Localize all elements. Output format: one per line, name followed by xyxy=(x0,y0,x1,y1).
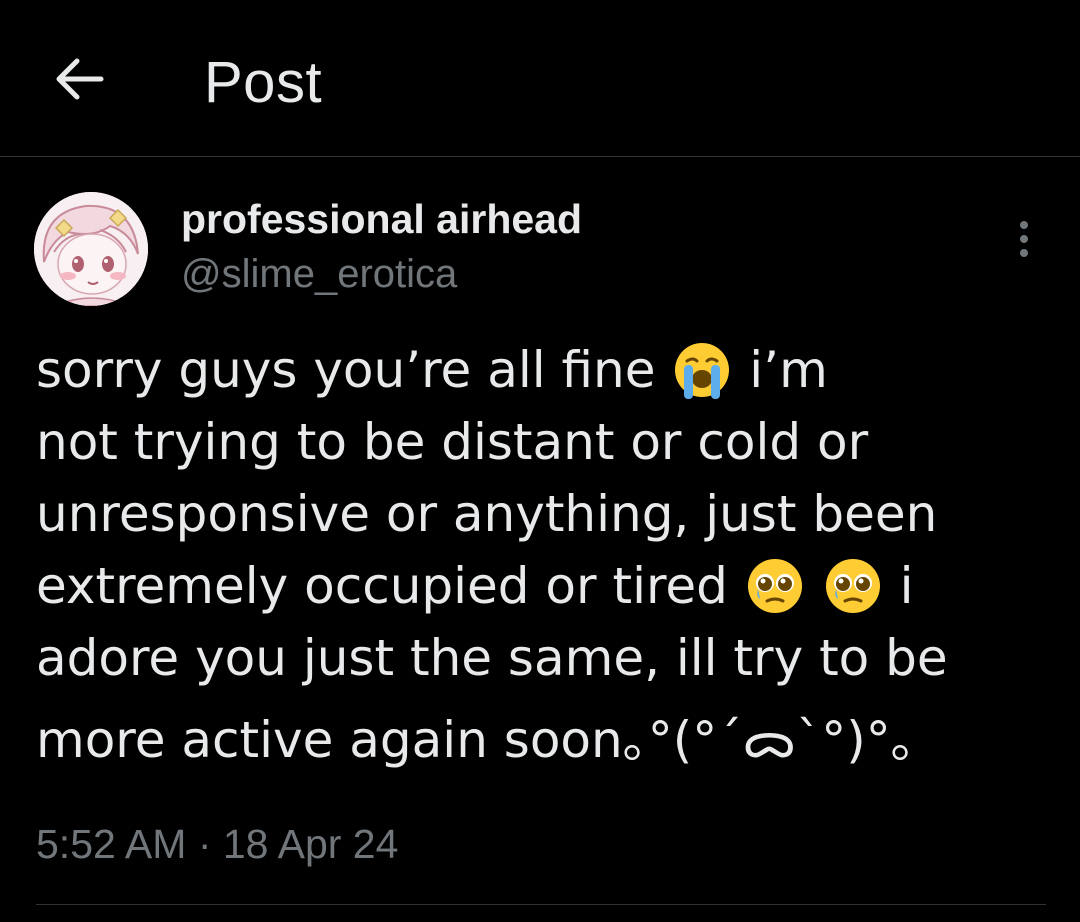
top-bar: Post xyxy=(0,0,1080,157)
page-title: Post xyxy=(204,50,323,115)
author-display-name[interactable]: professional airhead xyxy=(181,194,582,244)
post-timestamp[interactable]: 5:52 AM · 18 Apr 24 xyxy=(36,818,398,870)
more-options-button[interactable] xyxy=(1004,214,1044,264)
author-handle[interactable]: @slime_erotica xyxy=(181,250,457,298)
tweet-line: sorry guys you’re all fine i’m xyxy=(36,334,1046,406)
loudly-crying-face-emoji-icon xyxy=(675,343,730,399)
tweet-text: sorry guys you’re all fine i’m not tryin… xyxy=(36,334,1046,776)
tweet-text-segment: i’m xyxy=(749,341,828,399)
tweet-line: extremely occupied or tired i xyxy=(36,550,1046,622)
arrow-left-icon xyxy=(56,58,104,100)
tweet-text-segment: sorry guys you’re all fine xyxy=(36,341,656,399)
tweet-line: unresponsive or anything, just been xyxy=(36,485,938,543)
tweet-text-segment: extremely occupied or tired xyxy=(36,557,728,615)
tweet-line: more active again soon｡°(°´ᯅ`°)°｡ xyxy=(36,711,916,769)
anime-girl-avatar-icon xyxy=(34,192,148,306)
pleading-face-emoji-icon xyxy=(747,559,802,613)
back-button[interactable] xyxy=(44,44,114,114)
pleading-face-emoji-icon xyxy=(825,559,880,613)
vertical-ellipsis-icon xyxy=(1020,221,1028,257)
divider xyxy=(36,904,1046,905)
tweet-line: adore you just the same, ill try to be xyxy=(36,629,948,687)
tweet-text-segment: i xyxy=(899,557,914,615)
avatar[interactable] xyxy=(34,192,148,306)
tweet-line: not trying to be distant or cold or xyxy=(36,413,869,471)
